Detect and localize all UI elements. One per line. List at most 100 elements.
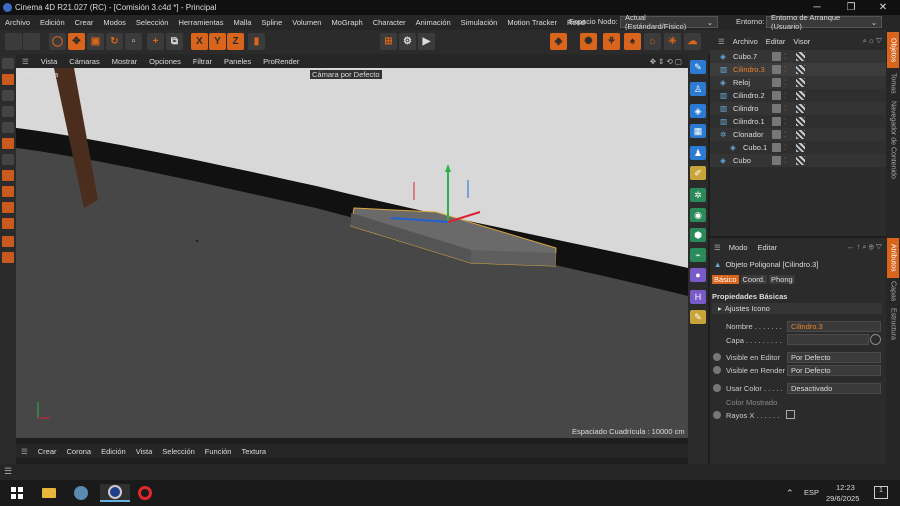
dot-toggle-icon[interactable]: ⁚ [784, 91, 786, 100]
material-tag-icon[interactable] [796, 52, 805, 61]
tab-capas[interactable]: Capas [887, 280, 899, 302]
radio-icon[interactable] [713, 411, 721, 419]
material-tag-icon[interactable] [796, 143, 805, 152]
use-color-dropdown[interactable]: Desactivado [787, 383, 881, 394]
tab-tomas[interactable]: Tomas [887, 70, 899, 96]
tab-basico[interactable]: Básico [712, 274, 739, 284]
move-tool-button[interactable]: ✥ [68, 33, 85, 50]
viewport-menu-filtrar[interactable]: Filtrar [187, 57, 218, 66]
tab-objetos[interactable]: Objetos [887, 32, 899, 68]
tab-phong[interactable]: Phong [769, 274, 795, 284]
dot-toggle-icon[interactable]: ⁚ [784, 156, 786, 165]
visibility-toggle-icon[interactable] [772, 52, 781, 61]
light-button[interactable]: ☀ [664, 33, 681, 50]
dot-toggle-icon[interactable]: ⁚ [784, 130, 786, 139]
object-row[interactable]: ◈ Cubo ⁚ [710, 154, 886, 167]
hamburger-icon[interactable]: ☰ [4, 466, 12, 477]
radio-icon[interactable] [713, 366, 721, 374]
tool-icon-10[interactable] [2, 202, 14, 213]
object-row[interactable]: ◈ Reloj ⁚ [710, 76, 886, 89]
tool-icon-9[interactable] [2, 186, 14, 197]
name-field[interactable]: Cilindro.3 [787, 321, 881, 332]
bottom-menu-funcion[interactable]: Función [200, 447, 237, 456]
tool-icon-fracture[interactable]: ⬢ [690, 228, 706, 242]
bottom-menu-vista[interactable]: Vista [131, 447, 158, 456]
render-play-button[interactable]: ▶ [418, 33, 435, 50]
menu-crear[interactable]: Crear [70, 18, 99, 27]
material-tag-icon[interactable] [796, 104, 805, 113]
viewport-menu-prorender[interactable]: ProRender [257, 57, 305, 66]
recent-tool-button[interactable]: ▫ [125, 33, 142, 50]
radio-icon[interactable] [713, 353, 721, 361]
sky-button[interactable]: ☁ [684, 33, 701, 50]
viewport-menu-vista[interactable]: Vista [35, 57, 64, 66]
tool-icon-13[interactable] [2, 252, 14, 263]
node-space-dropdown[interactable]: Actual (Estándard/Físico) ⌄ [620, 13, 718, 31]
cube-create-button[interactable]: ◈ [550, 33, 567, 50]
tool-icon-8[interactable] [2, 170, 14, 181]
tab-atributos[interactable]: Atributos [887, 238, 899, 278]
tool-icon-brush[interactable]: ✐ [690, 166, 706, 180]
dot-toggle-icon[interactable]: ⁚ [784, 117, 786, 126]
file-explorer-icon[interactable] [40, 484, 58, 502]
scale-tool-button[interactable]: ▣ [87, 33, 104, 50]
environment-dropdown[interactable]: Entorno de Arranque (Usuario) ⌄ [766, 13, 882, 31]
search-icon[interactable]: ⌕ ⌂ ▽ [863, 36, 882, 46]
menu-mograph[interactable]: MoGraph [326, 18, 367, 27]
tool-icon-cloner[interactable]: ✲ [690, 188, 706, 202]
visibility-toggle-icon[interactable] [772, 156, 781, 165]
object-menu-archivo[interactable]: Archivo [733, 37, 758, 46]
language-indicator[interactable]: ESP [804, 488, 819, 497]
tab-estructura[interactable]: Estructura [887, 304, 899, 344]
menu-malla[interactable]: Malla [228, 18, 256, 27]
tool-icon-3[interactable] [2, 90, 14, 101]
gear-generator-button[interactable]: ✺ [580, 33, 597, 50]
dot-toggle-icon[interactable]: ⁚ [784, 78, 786, 87]
viewport-menu-mostrar[interactable]: Mostrar [106, 57, 143, 66]
tool-icon-7[interactable] [2, 154, 14, 165]
visibility-toggle-icon[interactable] [772, 130, 781, 139]
visible-editor-dropdown[interactable]: Por Defecto [787, 352, 881, 363]
tool-icon-cube[interactable]: ◈ [690, 104, 706, 118]
xray-checkbox[interactable] [786, 410, 795, 419]
undo-button[interactable] [5, 33, 22, 50]
menu-animacion[interactable]: Animación [411, 18, 456, 27]
tab-navegador[interactable]: Navegador de Contenido [887, 98, 899, 182]
windows-start-icon[interactable] [8, 484, 26, 502]
object-row[interactable]: ✲ Clonador ⁚ [710, 128, 886, 141]
deformer-button[interactable]: ⚘ [603, 33, 620, 50]
bottom-menu-corona[interactable]: Corona [62, 447, 97, 456]
material-tag-icon[interactable] [796, 65, 805, 74]
tool-icon-spline[interactable]: ⌁ [690, 248, 706, 262]
material-tag-icon[interactable] [796, 156, 805, 165]
object-row[interactable]: ▥ Cilindro.2 ⁚ [710, 89, 886, 102]
menu-archivo[interactable]: Archivo [0, 18, 35, 27]
tool-icon-h[interactable]: H [690, 290, 706, 304]
viewport-menu-camaras[interactable]: Cámaras [63, 57, 105, 66]
tool-icon-pen[interactable]: ✎ [690, 60, 706, 74]
menu-herramientas[interactable]: Herramientas [173, 18, 228, 27]
tool-icon-effector[interactable]: ◉ [690, 208, 706, 222]
tool-icon-6[interactable] [2, 138, 14, 149]
render-view-button[interactable]: ⊞ [380, 33, 397, 50]
visible-render-dropdown[interactable]: Por Defecto [787, 365, 881, 376]
lamp-button[interactable]: ♠ [624, 33, 641, 50]
chevron-up-icon[interactable]: ⌃ [786, 488, 794, 499]
hamburger-icon[interactable]: ☰ [718, 37, 725, 46]
material-tag-icon[interactable] [796, 78, 805, 87]
bottom-menu-edicion[interactable]: Edición [96, 447, 131, 456]
tool-icon-person[interactable]: ♙ [690, 82, 706, 96]
visibility-toggle-icon[interactable] [772, 104, 781, 113]
object-menu-editar[interactable]: Editar [766, 37, 786, 46]
radio-icon[interactable] [713, 384, 721, 392]
visibility-toggle-icon[interactable] [772, 78, 781, 87]
menu-character[interactable]: Character [368, 18, 411, 27]
tool-icon-11[interactable] [2, 218, 14, 229]
dot-toggle-icon[interactable]: ⁚ [784, 52, 786, 61]
attr-subsection[interactable]: ▸ Ajustes Icono [712, 303, 882, 314]
photos-app-icon[interactable] [72, 484, 90, 502]
viewport-nav-icons[interactable]: ✥ ⇕ ⟲ ▢ [644, 57, 688, 66]
tool-icon-grid[interactable]: ▦ [690, 124, 706, 138]
live-selection-button[interactable]: ◯ [49, 33, 66, 50]
coordinate-system-button[interactable]: ⧉ [166, 33, 183, 50]
